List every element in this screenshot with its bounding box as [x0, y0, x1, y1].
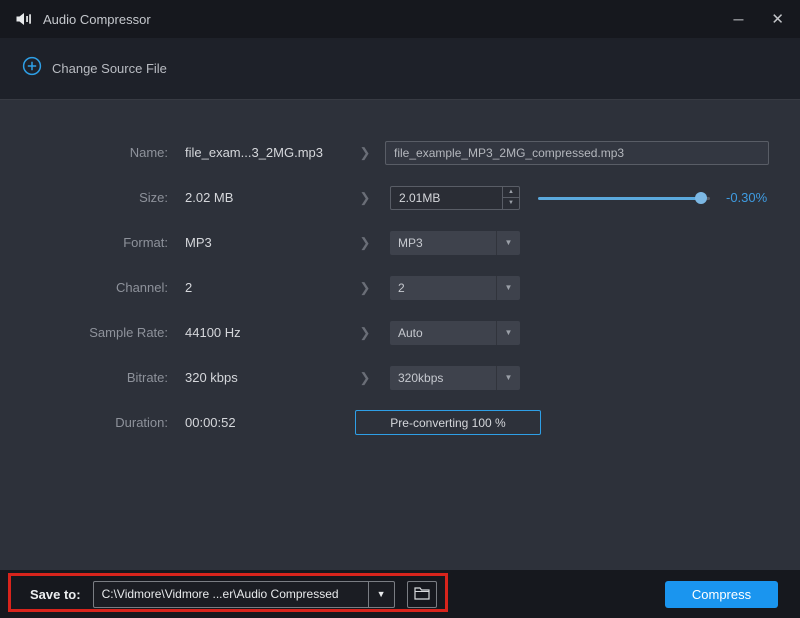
spinner-buttons: ▲ ▼: [502, 187, 519, 209]
format-selected: MP3: [390, 236, 496, 250]
target-size-input[interactable]: [391, 187, 502, 209]
duration-value: 00:00:52: [185, 415, 345, 430]
bitrate-value: 320 kbps: [185, 370, 345, 385]
browse-folder-button[interactable]: [407, 581, 437, 608]
slider-track[interactable]: [538, 197, 710, 200]
window-controls: ─ ✕: [734, 12, 785, 27]
chevron-right-icon: ❯: [345, 325, 385, 341]
footer-bar: Save to: ▼ Compress: [0, 570, 800, 618]
compress-button[interactable]: Compress: [665, 581, 778, 608]
speaker-icon: [16, 12, 33, 26]
row-bitrate: Bitrate: 320 kbps ❯ 320kbps ▼: [0, 355, 800, 400]
format-label: Format:: [0, 235, 168, 250]
chevron-right-icon: ❯: [345, 235, 385, 251]
name-label: Name:: [0, 145, 168, 160]
size-slider[interactable]: [538, 192, 710, 204]
save-path-input[interactable]: [94, 582, 368, 607]
change-source-file-button[interactable]: Change Source File: [22, 56, 167, 81]
name-value: file_exam...3_2MG.mp3: [185, 145, 345, 160]
chevron-right-icon: ❯: [345, 370, 385, 386]
sample-rate-selected: Auto: [390, 326, 496, 340]
row-channel: Channel: 2 ❯ 2 ▼: [0, 265, 800, 310]
sample-rate-dropdown[interactable]: Auto ▼: [390, 321, 520, 345]
spinner-down-icon[interactable]: ▼: [503, 198, 519, 209]
chevron-right-icon: ❯: [345, 190, 385, 206]
minimize-button[interactable]: ─: [734, 12, 744, 26]
chevron-right-icon: ❯: [345, 280, 385, 296]
row-format: Format: MP3 ❯ MP3 ▼: [0, 220, 800, 265]
channel-value: 2: [185, 280, 345, 295]
dropdown-arrow-icon: ▼: [496, 321, 520, 345]
save-path-dropdown-arrow-icon[interactable]: ▼: [368, 582, 394, 607]
bitrate-dropdown[interactable]: 320kbps ▼: [390, 366, 520, 390]
window-title: Audio Compressor: [43, 12, 151, 27]
settings-panel: Name: file_exam...3_2MG.mp3 ❯ Size: 2.02…: [0, 101, 800, 570]
size-value: 2.02 MB: [185, 190, 345, 205]
sample-rate-label: Sample Rate:: [0, 325, 168, 340]
audio-compressor-window: Audio Compressor ─ ✕ Change Source File …: [0, 0, 800, 618]
size-change-percent: -0.30%: [726, 190, 767, 205]
row-duration: Duration: 00:00:52 Pre-converting 100 %: [0, 400, 800, 445]
format-value: MP3: [185, 235, 345, 250]
browse-folder-icon: [414, 586, 430, 603]
size-label: Size:: [0, 190, 168, 205]
channel-dropdown[interactable]: 2 ▼: [390, 276, 520, 300]
bitrate-label: Bitrate:: [0, 370, 168, 385]
slider-handle[interactable]: [695, 192, 707, 204]
channel-label: Channel:: [0, 280, 168, 295]
close-button[interactable]: ✕: [771, 12, 784, 27]
spinner-up-icon[interactable]: ▲: [503, 187, 519, 199]
sample-rate-value: 44100 Hz: [185, 325, 345, 340]
change-source-file-label: Change Source File: [52, 61, 167, 76]
header: Change Source File: [0, 38, 800, 100]
pre-converting-button[interactable]: Pre-converting 100 %: [355, 410, 541, 435]
dropdown-arrow-icon: ▼: [496, 366, 520, 390]
row-name: Name: file_exam...3_2MG.mp3 ❯: [0, 130, 800, 175]
save-path-combobox: ▼: [93, 581, 395, 608]
bitrate-selected: 320kbps: [390, 371, 496, 385]
target-size-spinner: ▲ ▼: [390, 186, 520, 210]
chevron-right-icon: ❯: [345, 145, 385, 161]
duration-label: Duration:: [0, 415, 168, 430]
row-sample-rate: Sample Rate: 44100 Hz ❯ Auto ▼: [0, 310, 800, 355]
dropdown-arrow-icon: ▼: [496, 276, 520, 300]
output-filename-input[interactable]: [385, 141, 769, 165]
titlebar: Audio Compressor ─ ✕: [0, 0, 800, 38]
channel-selected: 2: [390, 281, 496, 295]
format-dropdown[interactable]: MP3 ▼: [390, 231, 520, 255]
row-size: Size: 2.02 MB ❯ ▲ ▼ -0.30%: [0, 175, 800, 220]
plus-circle-icon: [22, 56, 42, 81]
save-to-label: Save to:: [30, 587, 81, 602]
dropdown-arrow-icon: ▼: [496, 231, 520, 255]
